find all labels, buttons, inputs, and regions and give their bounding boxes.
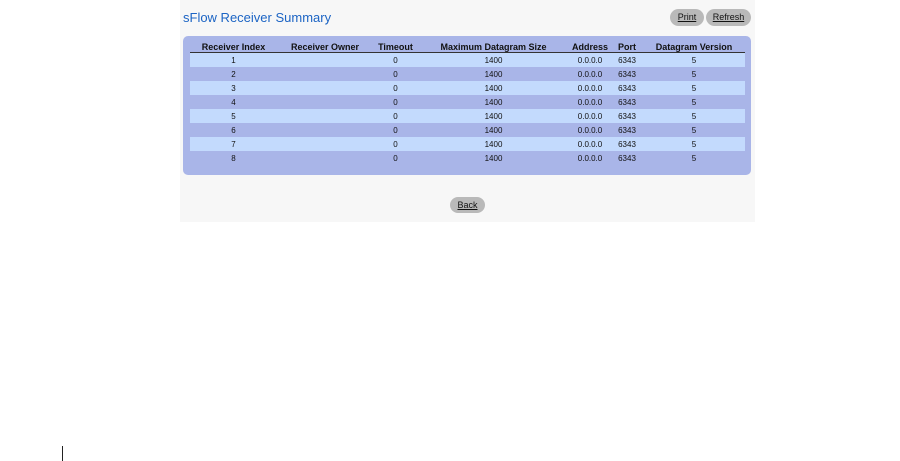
cell-address: 0.0.0.0: [569, 81, 611, 95]
cell-receiver-index: 7: [190, 137, 277, 151]
refresh-button[interactable]: Refresh: [706, 9, 751, 26]
header-receiver-index: Receiver Index: [190, 41, 277, 53]
cell-datagram-version: 5: [643, 151, 745, 165]
cell-max-datagram-size: 1400: [418, 81, 569, 95]
cell-timeout: 0: [373, 81, 418, 95]
table-row: 7 0 1400 0.0.0.0 6343 5: [190, 137, 745, 151]
cell-datagram-version: 5: [643, 109, 745, 123]
back-button[interactable]: Back: [450, 197, 485, 213]
cell-port: 6343: [611, 123, 643, 137]
header-port: Port: [611, 41, 643, 53]
cell-receiver-index: 3: [190, 81, 277, 95]
cell-address: 0.0.0.0: [569, 95, 611, 109]
table-row: 4 0 1400 0.0.0.0 6343 5: [190, 95, 745, 109]
cell-timeout: 0: [373, 109, 418, 123]
cell-address: 0.0.0.0: [569, 67, 611, 81]
cell-port: 6343: [611, 137, 643, 151]
cell-timeout: 0: [373, 137, 418, 151]
cell-timeout: 0: [373, 52, 418, 67]
table-row: 1 0 1400 0.0.0.0 6343 5: [190, 52, 745, 67]
cell-address: 0.0.0.0: [569, 109, 611, 123]
cell-datagram-version: 5: [643, 81, 745, 95]
header-max-datagram-size: Maximum Datagram Size: [418, 41, 569, 53]
cell-receiver-owner: [277, 52, 373, 67]
table-row: 2 0 1400 0.0.0.0 6343 5: [190, 67, 745, 81]
cell-receiver-index: 6: [190, 123, 277, 137]
cell-receiver-index: 4: [190, 95, 277, 109]
cell-address: 0.0.0.0: [569, 123, 611, 137]
header-datagram-version: Datagram Version: [643, 41, 745, 53]
cell-datagram-version: 5: [643, 95, 745, 109]
cell-receiver-index: 5: [190, 109, 277, 123]
cell-datagram-version: 5: [643, 67, 745, 81]
cell-address: 0.0.0.0: [569, 52, 611, 67]
cell-timeout: 0: [373, 67, 418, 81]
page-title: sFlow Receiver Summary: [183, 10, 332, 25]
header-timeout: Timeout: [373, 41, 418, 53]
cell-receiver-owner: [277, 123, 373, 137]
table-header-row: Receiver Index Receiver Owner Timeout Ma…: [190, 41, 745, 53]
header-receiver-owner: Receiver Owner: [277, 41, 373, 53]
table-row: 5 0 1400 0.0.0.0 6343 5: [190, 109, 745, 123]
print-button[interactable]: Print: [670, 9, 704, 26]
cell-port: 6343: [611, 67, 643, 81]
cell-receiver-owner: [277, 67, 373, 81]
receiver-summary-table: Receiver Index Receiver Owner Timeout Ma…: [190, 41, 745, 165]
cell-timeout: 0: [373, 151, 418, 165]
cell-port: 6343: [611, 52, 643, 67]
cell-max-datagram-size: 1400: [418, 67, 569, 81]
table-row: 8 0 1400 0.0.0.0 6343 5: [190, 151, 745, 165]
cell-receiver-owner: [277, 137, 373, 151]
table-row: 6 0 1400 0.0.0.0 6343 5: [190, 123, 745, 137]
page-edge-marker: [62, 446, 63, 461]
cell-datagram-version: 5: [643, 52, 745, 67]
cell-max-datagram-size: 1400: [418, 109, 569, 123]
table-row: 3 0 1400 0.0.0.0 6343 5: [190, 81, 745, 95]
cell-receiver-owner: [277, 151, 373, 165]
cell-datagram-version: 5: [643, 123, 745, 137]
cell-address: 0.0.0.0: [569, 151, 611, 165]
cell-receiver-owner: [277, 81, 373, 95]
cell-receiver-owner: [277, 95, 373, 109]
cell-max-datagram-size: 1400: [418, 95, 569, 109]
cell-max-datagram-size: 1400: [418, 52, 569, 67]
cell-receiver-index: 2: [190, 67, 277, 81]
cell-port: 6343: [611, 151, 643, 165]
cell-max-datagram-size: 1400: [418, 123, 569, 137]
cell-receiver-index: 8: [190, 151, 277, 165]
cell-receiver-owner: [277, 109, 373, 123]
cell-receiver-index: 1: [190, 52, 277, 67]
cell-timeout: 0: [373, 95, 418, 109]
cell-datagram-version: 5: [643, 137, 745, 151]
receiver-summary-table-container: Receiver Index Receiver Owner Timeout Ma…: [183, 36, 751, 175]
cell-port: 6343: [611, 95, 643, 109]
cell-timeout: 0: [373, 123, 418, 137]
cell-address: 0.0.0.0: [569, 137, 611, 151]
cell-port: 6343: [611, 109, 643, 123]
cell-max-datagram-size: 1400: [418, 151, 569, 165]
cell-port: 6343: [611, 81, 643, 95]
cell-max-datagram-size: 1400: [418, 137, 569, 151]
header-address: Address: [569, 41, 611, 53]
